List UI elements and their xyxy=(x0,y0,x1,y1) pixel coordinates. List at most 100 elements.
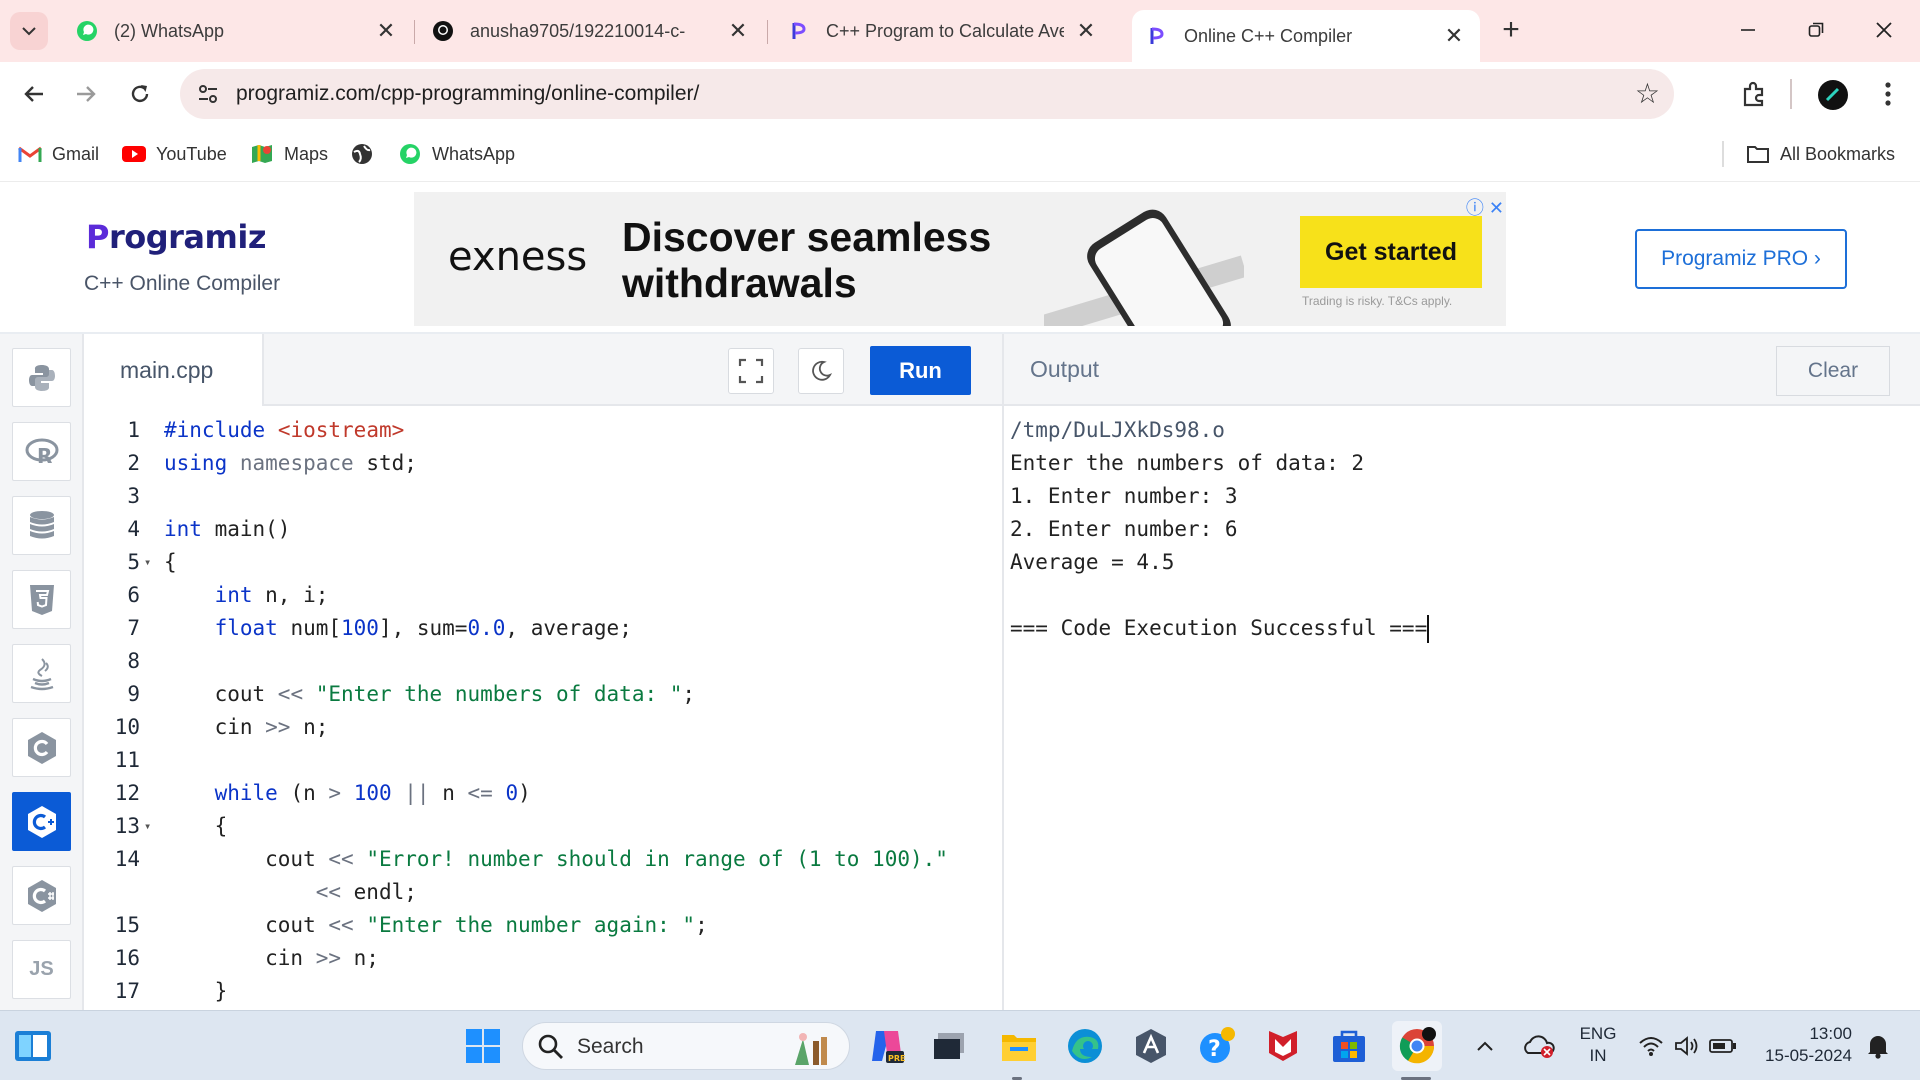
code-line[interactable]: 10 cin >> n; xyxy=(84,711,974,744)
lang-sql[interactable] xyxy=(12,496,71,555)
app-hexagon-icon[interactable] xyxy=(1130,1025,1172,1067)
site-info-icon[interactable] xyxy=(196,82,220,106)
close-icon[interactable]: ✕ xyxy=(726,19,750,43)
bookmark-maps[interactable]: Maps xyxy=(250,140,328,168)
lang-r[interactable]: R xyxy=(12,422,71,481)
address-bar[interactable]: programiz.com/cpp-programming/online-com… xyxy=(180,69,1674,119)
taskbar-search[interactable]: Search xyxy=(522,1022,850,1070)
tab-cpp-average[interactable]: C++ Program to Calculate Aver ✕ xyxy=(774,10,1112,52)
lang-javascript[interactable]: JS xyxy=(12,940,71,999)
code-line[interactable]: 15 cout << "Enter the number again: "; xyxy=(84,909,974,942)
edge-browser-icon[interactable] xyxy=(1064,1025,1106,1067)
folder-icon xyxy=(1746,142,1770,166)
lang-c[interactable] xyxy=(12,718,71,777)
file-explorer-icon[interactable] xyxy=(998,1025,1040,1067)
mcafee-icon[interactable] xyxy=(1262,1025,1304,1067)
bookmark-gmail[interactable]: Gmail xyxy=(18,140,99,168)
code-line[interactable]: << endl; xyxy=(84,876,974,909)
run-button[interactable]: Run xyxy=(870,346,971,395)
tray-overflow-chevron-icon[interactable] xyxy=(1470,1025,1500,1067)
minimize-button[interactable] xyxy=(1720,10,1776,50)
windows-start-icon[interactable] xyxy=(462,1025,504,1067)
code-line[interactable]: 13 ▾ { xyxy=(84,810,974,843)
code-line[interactable]: 2 using namespace std; xyxy=(84,447,974,480)
bookmark-globe[interactable] xyxy=(350,140,384,168)
bookmark-whatsapp[interactable]: WhatsApp xyxy=(398,140,515,168)
tab-search-button[interactable] xyxy=(10,12,48,50)
bookmark-star-icon[interactable]: ☆ xyxy=(1635,77,1660,110)
bookmark-youtube[interactable]: YouTube xyxy=(122,140,227,168)
code-line[interactable]: 16 cin >> n; xyxy=(84,942,974,975)
lang-csharp[interactable] xyxy=(12,866,71,925)
fold-arrow-icon[interactable]: ▾ xyxy=(144,546,151,579)
notifications-bell-icon[interactable] xyxy=(1860,1025,1896,1067)
code-line[interactable]: 7 float num[100], sum=0.0, average; xyxy=(84,612,974,645)
chrome-taskbar-icon[interactable] xyxy=(1392,1021,1442,1071)
fullscreen-button[interactable] xyxy=(728,348,774,394)
ad-brand: exness xyxy=(448,234,588,280)
task-view-icon[interactable] xyxy=(928,1025,970,1067)
reload-button[interactable] xyxy=(120,74,160,114)
code-line[interactable]: 11 xyxy=(84,744,974,777)
input-language-indicator[interactable]: ENG IN xyxy=(1572,1023,1624,1067)
code-line[interactable]: 8 xyxy=(84,645,974,678)
programiz-icon xyxy=(1146,25,1168,47)
browser-toolbar: programiz.com/cpp-programming/online-com… xyxy=(0,62,1920,126)
code-line[interactable]: 6 int n, i; xyxy=(84,579,974,612)
github-icon xyxy=(432,20,454,42)
code-editor[interactable]: 1 #include <iostream> 2 using namespace std… xyxy=(84,406,1002,1010)
window-close-button[interactable] xyxy=(1856,10,1912,50)
programiz-logo[interactable]: Programiz xyxy=(86,218,266,256)
code-line[interactable]: 5 ▾ { xyxy=(84,546,974,579)
lang-python[interactable] xyxy=(12,348,71,407)
advertisement-banner[interactable]: exness Discover seamless withdrawals Get… xyxy=(414,192,1506,326)
battery-icon[interactable] xyxy=(1708,1025,1738,1067)
ad-get-started-button[interactable]: Get started xyxy=(1300,216,1482,288)
profile-avatar[interactable] xyxy=(1818,80,1848,110)
copilot-icon[interactable]: PRE xyxy=(866,1025,908,1067)
onedrive-offline-icon[interactable] xyxy=(1518,1025,1560,1067)
clear-button[interactable]: Clear xyxy=(1776,346,1890,396)
code-line[interactable]: 17 } xyxy=(84,975,974,1008)
tab-online-compiler[interactable]: Online C++ Compiler ✕ xyxy=(1132,10,1480,62)
output-console[interactable]: /tmp/DuLJXkDs98.o Enter the numbers of da… xyxy=(1002,406,1920,1010)
lang-cpp[interactable] xyxy=(12,792,71,851)
menu-kebab-icon[interactable] xyxy=(1870,76,1906,112)
gmail-icon xyxy=(18,142,42,166)
code-line[interactable]: 9 cout << "Enter the numbers of data: "; xyxy=(84,678,974,711)
code-line[interactable]: 12 while (n > 100 || n <= 0) xyxy=(84,777,974,810)
all-bookmarks-button[interactable]: All Bookmarks xyxy=(1746,140,1895,168)
lang-code: ENG xyxy=(1579,1024,1617,1043)
back-button[interactable] xyxy=(14,74,54,114)
restore-icon xyxy=(1808,22,1824,37)
volume-icon[interactable] xyxy=(1672,1025,1702,1067)
line-number: 9 xyxy=(127,682,140,706)
lang-html[interactable] xyxy=(12,570,71,629)
tab-github[interactable]: anusha9705/192210014-c- ✕ xyxy=(418,10,764,52)
extensions-icon[interactable] xyxy=(1736,76,1772,112)
fold-arrow-icon[interactable]: ▾ xyxy=(144,810,151,843)
dark-mode-button[interactable] xyxy=(798,348,844,394)
tab-whatsapp[interactable]: (2) WhatsApp ✕ xyxy=(62,10,412,52)
help-icon[interactable]: ? xyxy=(1196,1025,1238,1067)
wifi-icon[interactable] xyxy=(1636,1025,1666,1067)
adchoices-icon[interactable]: ⓘ ✕ xyxy=(1466,194,1504,220)
code-line[interactable]: 1 #include <iostream> xyxy=(84,414,974,447)
file-tab-main-cpp[interactable]: main.cpp xyxy=(84,334,264,406)
programiz-pro-button[interactable]: Programiz PRO › xyxy=(1635,229,1847,289)
forward-button[interactable] xyxy=(66,74,106,114)
code-line[interactable]: 14 cout << "Error! number should in rang… xyxy=(84,843,974,876)
code-line[interactable]: 4 int main() xyxy=(84,513,974,546)
widgets-icon[interactable] xyxy=(12,1025,54,1067)
clock[interactable]: 13:00 15-05-2024 xyxy=(1756,1023,1852,1067)
restore-button[interactable] xyxy=(1788,10,1844,50)
bookmark-label: YouTube xyxy=(156,143,227,164)
close-icon[interactable]: ✕ xyxy=(1442,24,1466,48)
new-tab-button[interactable]: + xyxy=(1494,14,1528,48)
close-icon[interactable]: ✕ xyxy=(374,19,398,43)
microsoft-store-icon[interactable] xyxy=(1328,1025,1370,1067)
code-text: int main() xyxy=(164,517,291,541)
code-line[interactable]: 3 xyxy=(84,480,974,513)
lang-java[interactable] xyxy=(12,644,71,703)
close-icon[interactable]: ✕ xyxy=(1074,19,1098,43)
